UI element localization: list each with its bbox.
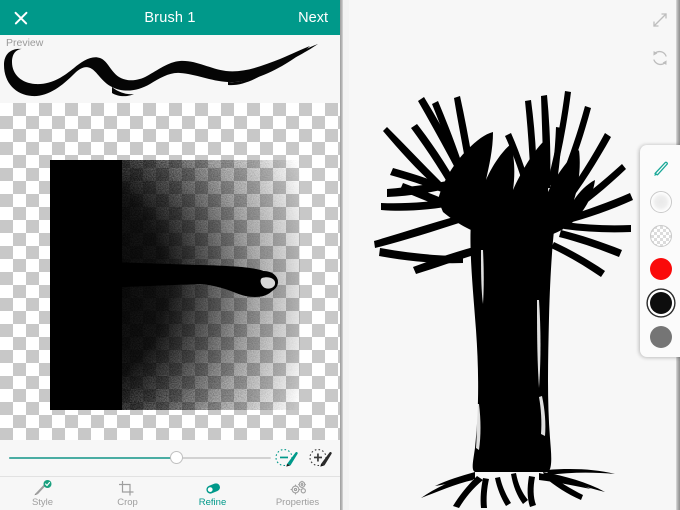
nav-label-style: Style: [31, 497, 54, 508]
checker-circle-icon: [650, 224, 672, 247]
refresh-icon[interactable]: [648, 46, 672, 70]
color-circle-icon-red: [650, 258, 672, 281]
page-title: Brush 1: [144, 9, 196, 26]
nav-item-properties[interactable]: Properties: [255, 477, 340, 510]
nav-label-properties: Properties: [275, 497, 320, 508]
slider-thumb[interactable]: [170, 451, 184, 464]
panel-divider: [340, 0, 343, 510]
nav-item-style[interactable]: Style: [0, 477, 85, 510]
crop-icon: [118, 481, 133, 496]
soft-circle-icon: [650, 190, 672, 213]
close-icon[interactable]: [12, 9, 29, 26]
artwork-canvas-panel: [343, 0, 680, 510]
nav-label-refine: Refine: [198, 497, 227, 508]
preview-strip: Preview: [0, 35, 340, 103]
bottom-nav: Style Crop Refine Properties: [0, 476, 340, 510]
transparent-swatch[interactable]: [647, 222, 675, 250]
black-swatch[interactable]: [647, 289, 675, 317]
color-circle-icon-black: [650, 292, 672, 315]
tool-palette: [640, 145, 680, 357]
brush-editor-app: Brush 1 Next Preview Style Crop Refine P…: [0, 0, 680, 510]
slider-fill: [9, 457, 177, 459]
pencil-icon: [654, 161, 668, 176]
artwork-tree-silhouette[interactable]: [343, 0, 676, 510]
soft-swatch[interactable]: [647, 188, 675, 216]
refine-capsule-icon: [205, 483, 220, 494]
nav-item-refine[interactable]: Refine: [170, 477, 255, 510]
brush-bitmap: [50, 160, 300, 410]
next-button[interactable]: Next: [298, 10, 328, 26]
brush-plus-icon[interactable]: [308, 445, 334, 471]
nav-label-crop: Crop: [117, 497, 138, 508]
brush-tool-group: [274, 440, 334, 476]
nav-item-crop[interactable]: Crop: [85, 477, 170, 510]
gears-icon: [290, 480, 306, 495]
brush-minus-icon[interactable]: [274, 445, 300, 471]
color-circle-icon-gray: [650, 326, 672, 349]
brush-size-slider[interactable]: [9, 448, 271, 468]
brush-editor-panel: Brush 1 Next Preview Style Crop Refine P…: [0, 0, 340, 510]
brush-style-icon: [33, 480, 51, 496]
preview-label: Preview: [6, 37, 44, 49]
brush-edit-canvas[interactable]: [0, 103, 340, 440]
red-swatch[interactable]: [647, 255, 675, 283]
expand-arrows-icon[interactable]: [648, 8, 672, 32]
pencil-tool[interactable]: [647, 154, 675, 182]
brush-stroke-preview: [4, 44, 318, 97]
gray-swatch[interactable]: [647, 323, 675, 351]
brush-size-slider-row: [0, 440, 340, 476]
app-header: Brush 1 Next: [0, 0, 340, 35]
